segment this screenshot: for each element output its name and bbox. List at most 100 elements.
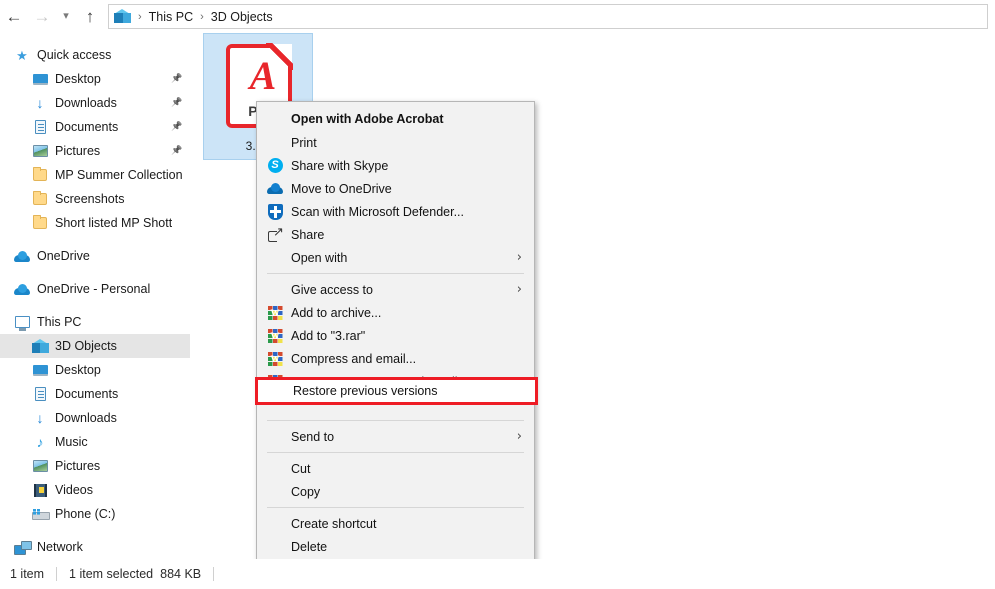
- pin-icon[interactable]: 📌: [171, 73, 182, 84]
- status-selection: 1 item selected: [69, 567, 153, 581]
- desktop-monitor-icon: [32, 362, 48, 378]
- breadcrumb-item-this-pc[interactable]: This PC: [149, 10, 193, 24]
- network-icon: [14, 539, 30, 555]
- menu-icon-placeholder: [267, 111, 283, 127]
- context-menu-item-label: Send to: [291, 430, 534, 444]
- folder-icon: [32, 191, 48, 207]
- pin-icon[interactable]: 📌: [171, 121, 182, 132]
- star-pin-icon: ★: [14, 47, 30, 63]
- status-divider: [56, 567, 57, 581]
- folder-icon: [32, 167, 48, 183]
- sidebar-item-label: This PC: [37, 315, 81, 329]
- sidebar-group-gap: [0, 301, 190, 310]
- context-menu-item-add-to-archive[interactable]: Add to archive...: [257, 301, 534, 324]
- context-menu-item-label: Copy: [291, 485, 534, 499]
- sidebar-item-label: Network: [37, 540, 83, 554]
- recent-locations-chevron-icon[interactable]: ▾: [56, 3, 76, 31]
- context-menu-item-label: Print: [291, 136, 534, 150]
- sidebar-item-quick-access[interactable]: ★Quick access: [0, 43, 190, 67]
- sidebar-item-3d-objects[interactable]: 3D Objects: [0, 334, 190, 358]
- context-menu-item-give-access-to[interactable]: Give access to›: [257, 278, 534, 301]
- pictures-icon: [32, 143, 48, 159]
- context-menu-item-add-to-3-rar[interactable]: Add to "3.rar": [257, 324, 534, 347]
- context-menu-item-create-shortcut[interactable]: Create shortcut: [257, 512, 534, 535]
- documents-icon: [32, 386, 48, 402]
- sidebar-item-documents[interactable]: Documents: [0, 382, 190, 406]
- documents-icon: [32, 119, 48, 135]
- context-menu-item-label: Scan with Microsoft Defender...: [291, 205, 534, 219]
- menu-icon-placeholder: [267, 250, 283, 266]
- navigation-pane: ★Quick accessDesktop📌↓Downloads📌Document…: [0, 33, 190, 559]
- sidebar-item-label: Music: [55, 435, 88, 449]
- sidebar-group-gap: [0, 526, 190, 535]
- sidebar-item-label: Short listed MP Shott: [55, 216, 172, 230]
- context-menu-item-open-with[interactable]: Open with›: [257, 246, 534, 269]
- highlight-box-restore-previous-versions: Restore previous versions: [255, 377, 538, 405]
- context-menu-item-label: Create shortcut: [291, 517, 534, 531]
- sidebar-item-this-pc[interactable]: This PC: [0, 310, 190, 334]
- context-menu-item-share[interactable]: Share: [257, 223, 534, 246]
- sidebar-item-label: Downloads: [55, 411, 117, 425]
- context-menu-item-open-with-adobe-acrobat[interactable]: Open with Adobe Acrobat: [257, 106, 534, 131]
- context-menu-item-compress-and-email[interactable]: Compress and email...: [257, 347, 534, 370]
- sidebar-item-label: Phone (C:): [55, 507, 115, 521]
- context-menu-item-send-to[interactable]: Send to›: [257, 425, 534, 448]
- this-pc-icon: [14, 314, 30, 330]
- sidebar-item-label: Videos: [55, 483, 93, 497]
- context-menu-separator: [267, 507, 524, 508]
- context-menu-item-label: Move to OneDrive: [291, 182, 534, 196]
- sidebar-item-onedrive[interactable]: OneDrive: [0, 244, 190, 268]
- context-menu-item-cut[interactable]: Cut: [257, 457, 534, 480]
- context-menu-item-share-with-skype[interactable]: SShare with Skype: [257, 154, 534, 177]
- context-menu-separator: [267, 420, 524, 421]
- breadcrumb-item-3d-objects[interactable]: 3D Objects: [211, 10, 273, 24]
- context-menu-item-copy[interactable]: Copy: [257, 480, 534, 503]
- sidebar-item-downloads[interactable]: ↓Downloads: [0, 406, 190, 430]
- sidebar-item-screenshots[interactable]: Screenshots: [0, 187, 190, 211]
- sidebar-item-music[interactable]: ♪Music: [0, 430, 190, 454]
- sidebar-item-label: MP Summer Collection: [55, 168, 183, 182]
- download-arrow-icon: ↓: [32, 95, 48, 111]
- context-menu-item-move-to-onedrive[interactable]: Move to OneDrive: [257, 177, 534, 200]
- sidebar-item-desktop[interactable]: Desktop: [0, 358, 190, 382]
- context-menu: Open with Adobe Acrobat Print SShare with …: [256, 101, 535, 589]
- sidebar-item-label: Documents: [55, 387, 118, 401]
- pin-icon[interactable]: 📌: [171, 97, 182, 108]
- sidebar-item-network[interactable]: Network: [0, 535, 190, 559]
- forward-arrow-icon[interactable]: →: [28, 3, 56, 31]
- sidebar-item-documents[interactable]: Documents 📌: [0, 115, 190, 139]
- back-arrow-icon[interactable]: ←: [0, 3, 28, 31]
- sidebar-item-downloads[interactable]: ↓ Downloads 📌: [0, 91, 190, 115]
- status-size: 884 KB: [160, 567, 201, 581]
- sidebar-item-label: Documents: [55, 120, 118, 134]
- sidebar-group-gap: [0, 268, 190, 277]
- pin-icon[interactable]: 📌: [171, 145, 182, 156]
- context-menu-item-label: Share with Skype: [291, 159, 534, 173]
- context-menu-item-restore-previous-versions[interactable]: Restore previous versions: [293, 380, 438, 402]
- sidebar-item-phone-c[interactable]: Phone (C:): [0, 502, 190, 526]
- chevron-right-icon: ›: [517, 282, 522, 297]
- sidebar-item-label: Pictures: [55, 459, 100, 473]
- context-menu-item-label: Open with Adobe Acrobat: [291, 112, 534, 126]
- context-menu-item-label: Cut: [291, 462, 534, 476]
- sidebar-item-desktop[interactable]: Desktop📌: [0, 67, 190, 91]
- navigation-toolbar: ← → ▾ ↑ › This PC › 3D Objects: [0, 0, 995, 33]
- sidebar-item-pictures[interactable]: Pictures: [0, 454, 190, 478]
- up-arrow-icon[interactable]: ↑: [76, 3, 104, 31]
- sidebar-item-mp-summer-collection[interactable]: MP Summer Collection: [0, 163, 190, 187]
- sidebar-item-pictures[interactable]: Pictures📌: [0, 139, 190, 163]
- sidebar-item-videos[interactable]: Videos: [0, 478, 190, 502]
- context-menu-item-print[interactable]: Print: [257, 131, 534, 154]
- sidebar-item-label: Downloads: [55, 96, 117, 110]
- context-menu-item-scan-with-microsoft-defender[interactable]: Scan with Microsoft Defender...: [257, 200, 534, 223]
- sidebar-item-short-listed-mp-shott[interactable]: Short listed MP Shott: [0, 211, 190, 235]
- context-menu-item-label: Open with: [291, 251, 534, 265]
- menu-icon-placeholder: [267, 461, 283, 477]
- status-divider: [213, 567, 214, 581]
- address-bar[interactable]: › This PC › 3D Objects: [108, 4, 988, 29]
- local-drive-icon: [32, 506, 48, 522]
- context-menu-item-delete[interactable]: Delete: [257, 535, 534, 558]
- sidebar-item-onedrive-personal[interactable]: OneDrive - Personal: [0, 277, 190, 301]
- 3d-objects-cube-icon: [114, 8, 131, 25]
- 3d-objects-cube-icon: [32, 338, 48, 354]
